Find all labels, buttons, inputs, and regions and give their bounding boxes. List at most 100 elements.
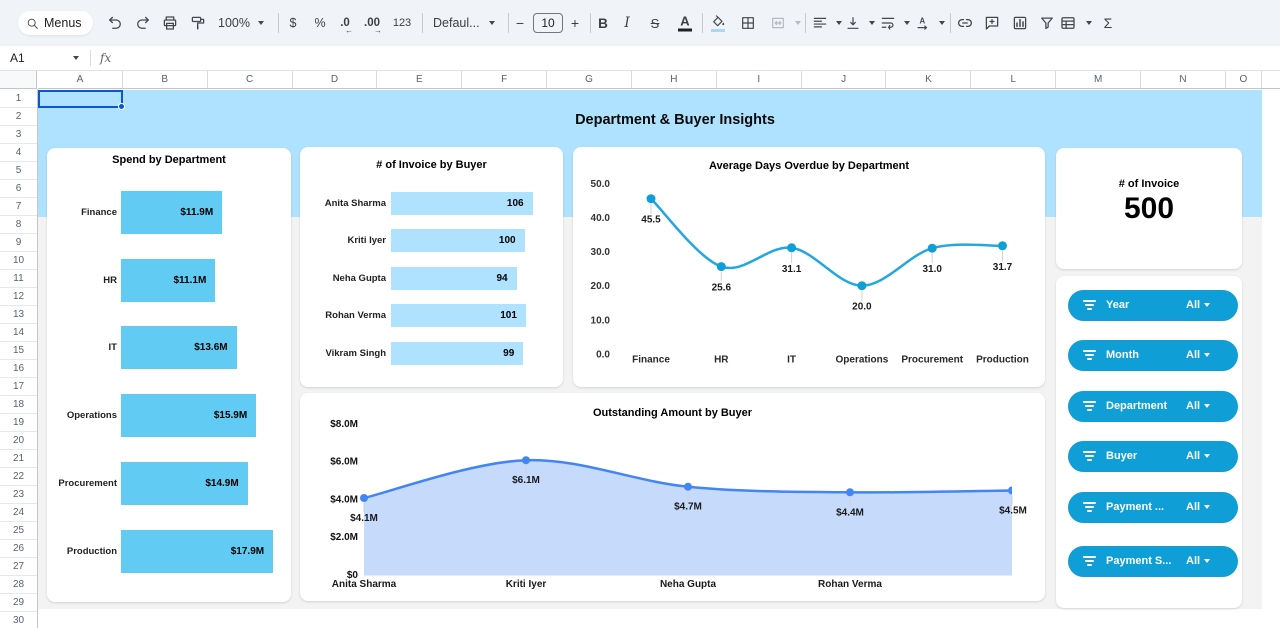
row-header-30[interactable]: 30 <box>0 612 37 628</box>
scorecard-invoice-count[interactable]: # of Invoice 500 <box>1056 148 1242 269</box>
row-header-23[interactable]: 23 <box>0 486 37 504</box>
functions-button[interactable]: Σ <box>1104 0 1113 46</box>
row-header-1[interactable]: 1 <box>0 90 37 108</box>
row-header-18[interactable]: 18 <box>0 396 37 414</box>
filter-pill-month[interactable]: MonthAll <box>1068 340 1238 371</box>
increase-font-size-button[interactable]: + <box>571 0 579 46</box>
filter-pill-payment[interactable]: Payment ...All <box>1068 492 1238 523</box>
column-header-I[interactable]: I <box>717 71 802 88</box>
filter-pill-department[interactable]: DepartmentAll <box>1068 391 1238 422</box>
x-axis-label: Neha Gupta <box>660 579 717 590</box>
column-header-M[interactable]: M <box>1056 71 1141 88</box>
text-color-button[interactable]: A <box>678 15 692 32</box>
filter-value-dropdown[interactable]: All <box>1186 546 1210 577</box>
row-header-17[interactable]: 17 <box>0 378 37 396</box>
font-select[interactable]: Defaul... <box>433 0 480 46</box>
row-header-15[interactable]: 15 <box>0 342 37 360</box>
zoom-select[interactable]: 100% <box>218 0 250 46</box>
row-header-10[interactable]: 10 <box>0 252 37 270</box>
row-header-29[interactable]: 29 <box>0 594 37 612</box>
row-header-11[interactable]: 11 <box>0 270 37 288</box>
filter-value-dropdown[interactable]: All <box>1186 290 1210 321</box>
redo-button[interactable] <box>134 14 152 32</box>
format-currency-button[interactable]: $ <box>290 0 297 46</box>
vertical-align-button[interactable] <box>845 15 862 32</box>
chart-invoice-by-buyer[interactable]: # of Invoice by Buyer Anita Sharma106Kri… <box>300 147 563 387</box>
row-header-19[interactable]: 19 <box>0 414 37 432</box>
more-formats-button[interactable]: 123 <box>393 0 411 46</box>
row-header-4[interactable]: 4 <box>0 144 37 162</box>
row-header-13[interactable]: 13 <box>0 306 37 324</box>
column-header-C[interactable]: C <box>208 71 293 88</box>
column-header-L[interactable]: L <box>971 71 1056 88</box>
horizontal-align-button[interactable] <box>812 15 829 32</box>
column-header-J[interactable]: J <box>802 71 887 88</box>
column-header-H[interactable]: H <box>632 71 717 88</box>
filter-pill-buyer[interactable]: BuyerAll <box>1068 441 1238 472</box>
borders-button[interactable] <box>740 15 757 32</box>
row-header-26[interactable]: 26 <box>0 540 37 558</box>
filter-pill-year[interactable]: YearAll <box>1068 290 1238 321</box>
filter-value-dropdown[interactable]: All <box>1186 391 1210 422</box>
row-header-21[interactable]: 21 <box>0 450 37 468</box>
fill-handle[interactable] <box>118 103 125 110</box>
decrease-font-size-button[interactable]: − <box>516 0 524 46</box>
row-header-7[interactable]: 7 <box>0 198 37 216</box>
row-header-16[interactable]: 16 <box>0 360 37 378</box>
filter-pill-payments[interactable]: Payment S...All <box>1068 546 1238 577</box>
column-header-B[interactable]: B <box>123 71 208 88</box>
name-box[interactable]: A1 <box>10 46 25 70</box>
create-filter-button[interactable] <box>1038 14 1056 32</box>
text-rotation-button[interactable]: A <box>915 15 932 32</box>
fill-color-bar-icon <box>711 29 725 32</box>
row-header-20[interactable]: 20 <box>0 432 37 450</box>
filter-views-button[interactable] <box>1059 14 1077 32</box>
toolbar: Menus 100% $ % .0 ← .00 → 123 Defaul... … <box>0 0 1280 46</box>
filter-value-dropdown[interactable]: All <box>1186 441 1210 472</box>
insert-link-button[interactable] <box>956 14 974 32</box>
row-header-24[interactable]: 24 <box>0 504 37 522</box>
paint-format-button[interactable] <box>189 14 207 32</box>
column-header-D[interactable]: D <box>293 71 378 88</box>
row-header-28[interactable]: 28 <box>0 576 37 594</box>
chart-spend-by-department[interactable]: Spend by Department Finance$11.9MHR$11.1… <box>47 148 291 602</box>
format-percent-button[interactable]: % <box>314 0 325 46</box>
select-all-corner[interactable] <box>0 71 37 89</box>
column-header-F[interactable]: F <box>462 71 547 88</box>
column-header-N[interactable]: N <box>1141 71 1226 88</box>
column-header-G[interactable]: G <box>547 71 632 88</box>
font-size-input[interactable]: 10 <box>533 13 563 33</box>
insert-comment-button[interactable] <box>983 14 1001 32</box>
row-header-8[interactable]: 8 <box>0 216 37 234</box>
fill-color-button[interactable] <box>710 14 726 32</box>
row-header-22[interactable]: 22 <box>0 468 37 486</box>
column-header-A[interactable]: A <box>38 71 123 88</box>
filter-value-dropdown[interactable]: All <box>1186 492 1210 523</box>
bold-button[interactable]: B <box>598 0 608 46</box>
row-header-3[interactable]: 3 <box>0 126 37 144</box>
row-header-27[interactable]: 27 <box>0 558 37 576</box>
row-header-2[interactable]: 2 <box>0 108 37 126</box>
print-button[interactable] <box>161 14 179 32</box>
insert-chart-button[interactable] <box>1011 14 1029 32</box>
column-header-O[interactable]: O <box>1226 71 1262 88</box>
row-header-12[interactable]: 12 <box>0 288 37 306</box>
row-header-25[interactable]: 25 <box>0 522 37 540</box>
chart-outstanding-by-buyer[interactable]: Outstanding Amount by Buyer $8.0M$6.0M$4… <box>300 393 1045 601</box>
italic-button[interactable]: I <box>624 0 629 46</box>
row-header-6[interactable]: 6 <box>0 180 37 198</box>
row-header-14[interactable]: 14 <box>0 324 37 342</box>
column-header-K[interactable]: K <box>887 71 972 88</box>
decrease-decimal-button[interactable]: .0 <box>340 0 350 46</box>
increase-decimal-button[interactable]: .00 <box>364 0 380 46</box>
column-header-E[interactable]: E <box>377 71 462 88</box>
strikethrough-button[interactable]: S <box>651 0 660 46</box>
filter-value-dropdown[interactable]: All <box>1186 340 1210 371</box>
menus-button[interactable]: Menus <box>18 11 93 35</box>
row-header-9[interactable]: 9 <box>0 234 37 252</box>
undo-button[interactable] <box>106 14 124 32</box>
merge-cells-button[interactable] <box>770 15 787 32</box>
chart-avg-days-overdue[interactable]: Average Days Overdue by Department 50.04… <box>573 147 1045 387</box>
row-header-5[interactable]: 5 <box>0 162 37 180</box>
text-wrap-button[interactable] <box>880 15 897 32</box>
